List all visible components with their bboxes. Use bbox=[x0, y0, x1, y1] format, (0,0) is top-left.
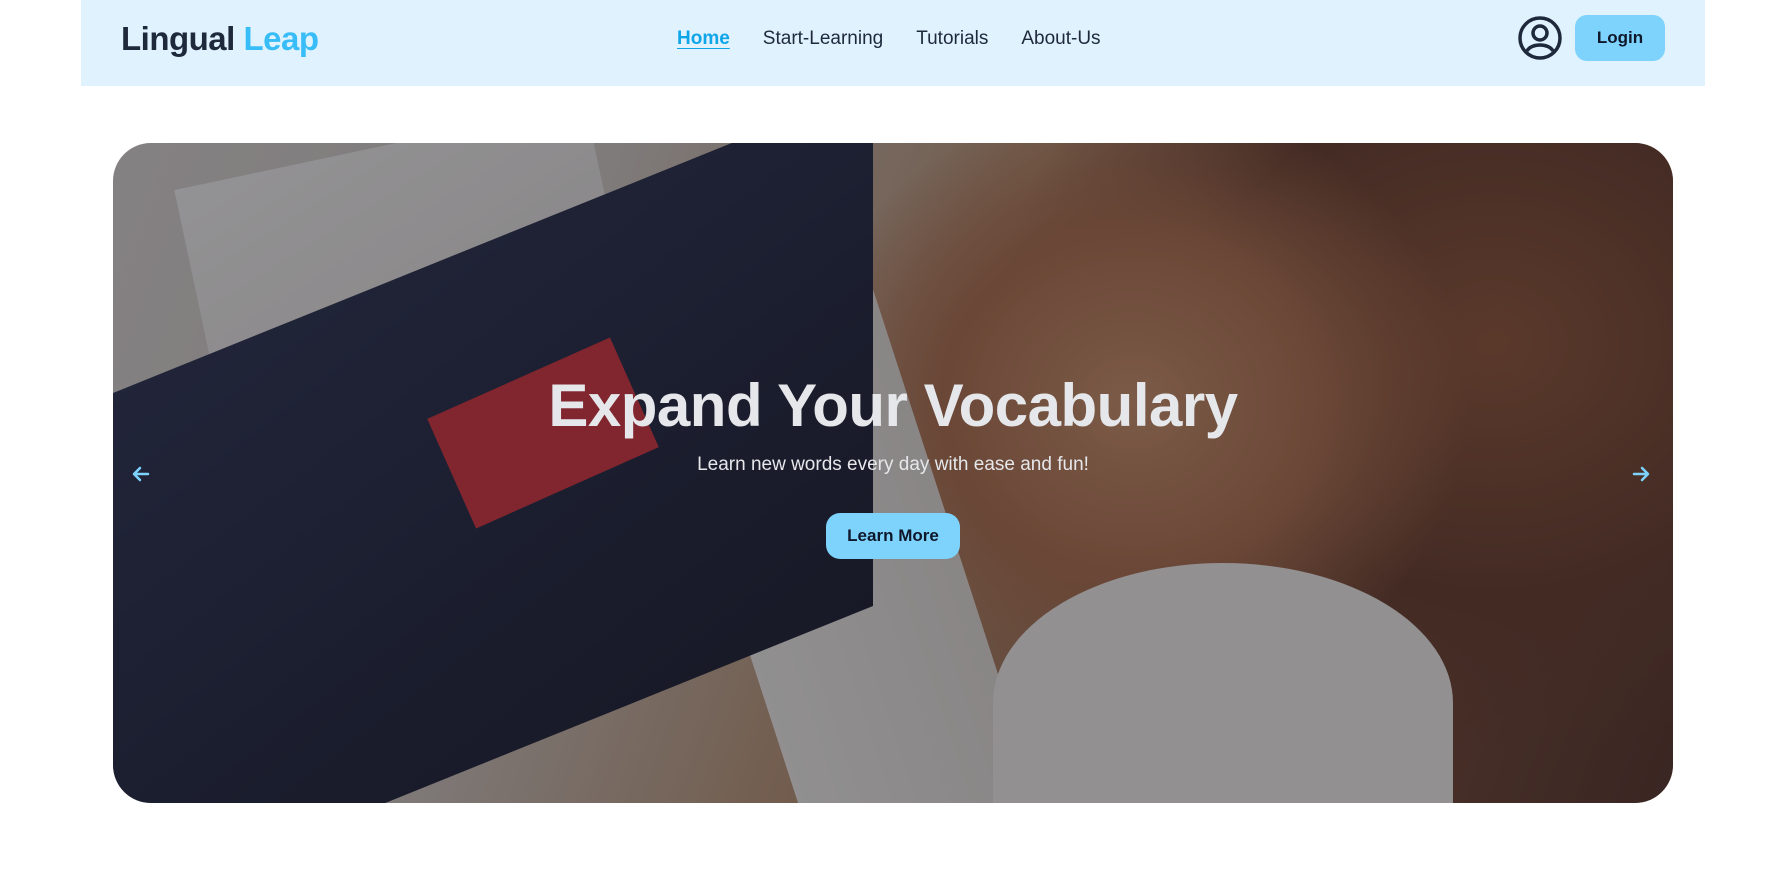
hero-carousel: Expand Your Vocabulary Learn new words e… bbox=[113, 143, 1673, 803]
nav-link-home[interactable]: Home bbox=[677, 28, 730, 50]
arrow-right-icon[interactable] bbox=[1629, 462, 1653, 486]
hero-subtitle: Learn new words every day with ease and … bbox=[697, 454, 1089, 475]
hero-title: Expand Your Vocabulary bbox=[548, 372, 1238, 439]
nav-link-about-us[interactable]: About-Us bbox=[1021, 28, 1100, 50]
user-avatar-icon[interactable] bbox=[1517, 15, 1563, 61]
logo-word-leap: Leap bbox=[243, 20, 320, 57]
main-nav: Home Start-Learning Tutorials About-Us bbox=[677, 28, 1134, 50]
logo-word-lingual: Lingual bbox=[121, 20, 235, 57]
nav-link-start-learning[interactable]: Start-Learning bbox=[763, 28, 883, 50]
logo[interactable]: Lingual Leap bbox=[121, 20, 319, 58]
top-navbar: Lingual Leap Home Start-Learning Tutoria… bbox=[81, 0, 1705, 86]
arrow-left-icon[interactable] bbox=[129, 462, 153, 486]
login-button[interactable]: Login bbox=[1575, 15, 1665, 61]
learn-more-button[interactable]: Learn More bbox=[826, 513, 960, 559]
nav-link-tutorials[interactable]: Tutorials bbox=[916, 28, 988, 50]
